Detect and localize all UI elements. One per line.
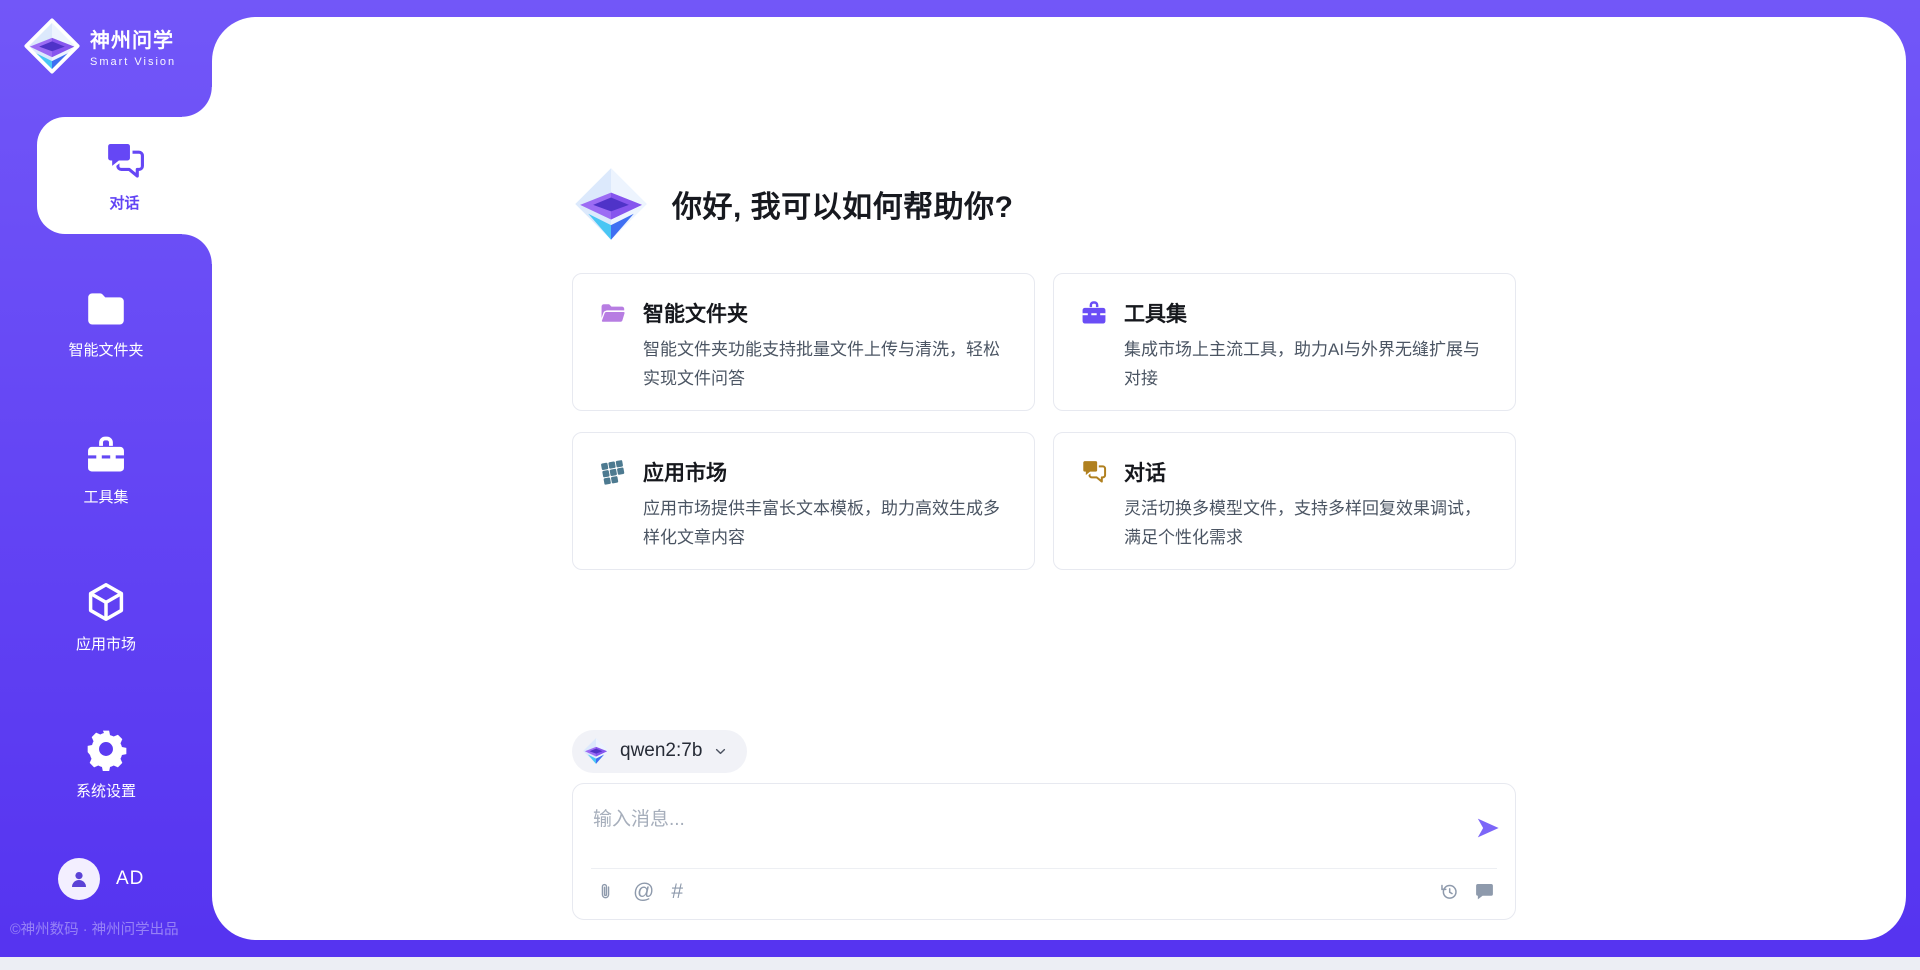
paperclip-icon <box>595 881 616 902</box>
diamond-logo-icon <box>24 18 80 74</box>
greeting: 你好, 我可以如何帮助你? <box>572 165 1516 243</box>
sidebar-item-toolset[interactable]: 工具集 <box>0 411 212 528</box>
composer-divider <box>591 868 1497 869</box>
feature-cards: 智能文件夹 智能文件夹功能支持批量文件上传与清洗，轻松实现文件问答 工具集 集成… <box>572 273 1516 570</box>
composer-toolbar: @ # <box>595 881 1495 902</box>
card-description: 智能文件夹功能支持批量文件上传与清洗，轻松实现文件问答 <box>643 336 1008 394</box>
app-title: 神州问学 <box>90 24 176 53</box>
card-title: 应用市场 <box>643 457 727 487</box>
person-icon <box>67 867 91 891</box>
app-logo[interactable]: 神州问学 Smart Vision <box>24 18 212 74</box>
model-name: qwen2:7b <box>620 740 702 762</box>
attach-button[interactable] <box>595 881 616 902</box>
send-icon <box>1475 815 1501 841</box>
sidebar-item-label: 智能文件夹 <box>68 339 143 360</box>
card-smart-folder[interactable]: 智能文件夹 智能文件夹功能支持批量文件上传与清洗，轻松实现文件问答 <box>572 273 1035 411</box>
model-selector[interactable]: qwen2:7b <box>572 730 747 773</box>
user-row[interactable]: AD <box>0 852 212 900</box>
hash-icon: # <box>671 881 683 902</box>
app-subtitle: Smart Vision <box>90 56 176 68</box>
copyright: ©神州数码 · 神州问学出品 <box>10 918 212 939</box>
sidebar-item-app-market[interactable]: 应用市场 <box>0 558 212 675</box>
chat-bubble-icon <box>1474 881 1495 902</box>
chat-icon <box>1080 458 1108 486</box>
card-title: 工具集 <box>1124 298 1187 328</box>
main-panel: 你好, 我可以如何帮助你? 智能文件夹 智能文件夹功能支持批量文件上传与清洗，轻… <box>212 17 1906 940</box>
briefcase-icon <box>1080 299 1108 327</box>
sidebar-nav: 对话 智能文件夹 工具集 应用市场 系统设置 <box>0 117 212 822</box>
chat-icon <box>103 139 147 183</box>
diamond-logo-icon <box>582 737 610 765</box>
sidebar-item-chat[interactable]: 对话 <box>37 117 212 234</box>
greeting-text: 你好, 我可以如何帮助你? <box>672 182 1014 226</box>
at-icon: @ <box>633 881 654 902</box>
card-description: 集成市场上主流工具，助力AI与外界无缝扩展与对接 <box>1124 336 1489 394</box>
card-app-market[interactable]: 应用市场 应用市场提供丰富长文本模板，助力高效生成多样化文章内容 <box>572 432 1035 570</box>
sidebar: 神州问学 Smart Vision 对话 智能文件夹 工具集 应用市场 系统设置 <box>0 0 212 957</box>
sidebar-item-label: 应用市场 <box>76 633 136 654</box>
card-description: 灵活切换多模型文件，支持多样回复效果调试，满足个性化需求 <box>1124 495 1489 553</box>
composer: 输入消息... @ # <box>572 783 1516 920</box>
avatar[interactable] <box>58 858 100 900</box>
history-button[interactable] <box>1439 881 1460 902</box>
send-button[interactable] <box>1475 815 1501 841</box>
folder-icon <box>84 286 128 330</box>
grid-icon <box>599 458 627 486</box>
bottom-strip <box>0 957 1920 970</box>
sidebar-item-label: 对话 <box>109 192 139 213</box>
card-description: 应用市场提供丰富长文本模板，助力高效生成多样化文章内容 <box>643 495 1008 553</box>
mention-button[interactable]: @ <box>633 881 654 902</box>
history-icon <box>1439 881 1460 902</box>
card-title: 对话 <box>1124 457 1166 487</box>
conversation-button[interactable] <box>1474 881 1495 902</box>
card-chat[interactable]: 对话 灵活切换多模型文件，支持多样回复效果调试，满足个性化需求 <box>1053 432 1516 570</box>
sidebar-item-settings[interactable]: 系统设置 <box>0 705 212 822</box>
gear-icon <box>84 727 128 771</box>
sidebar-item-smart-folder[interactable]: 智能文件夹 <box>0 264 212 381</box>
cube-icon <box>84 580 128 624</box>
card-title: 智能文件夹 <box>643 298 748 328</box>
diamond-logo-icon <box>572 165 650 243</box>
user-name: AD <box>116 868 144 890</box>
hashtag-button[interactable]: # <box>671 881 683 902</box>
sidebar-item-label: 工具集 <box>83 486 128 507</box>
chevron-down-icon <box>712 743 729 760</box>
card-toolset[interactable]: 工具集 集成市场上主流工具，助力AI与外界无缝扩展与对接 <box>1053 273 1516 411</box>
briefcase-icon <box>84 433 128 477</box>
sidebar-item-label: 系统设置 <box>76 780 136 801</box>
message-input-placeholder: 输入消息... <box>593 804 685 831</box>
folder-open-icon <box>599 299 627 327</box>
